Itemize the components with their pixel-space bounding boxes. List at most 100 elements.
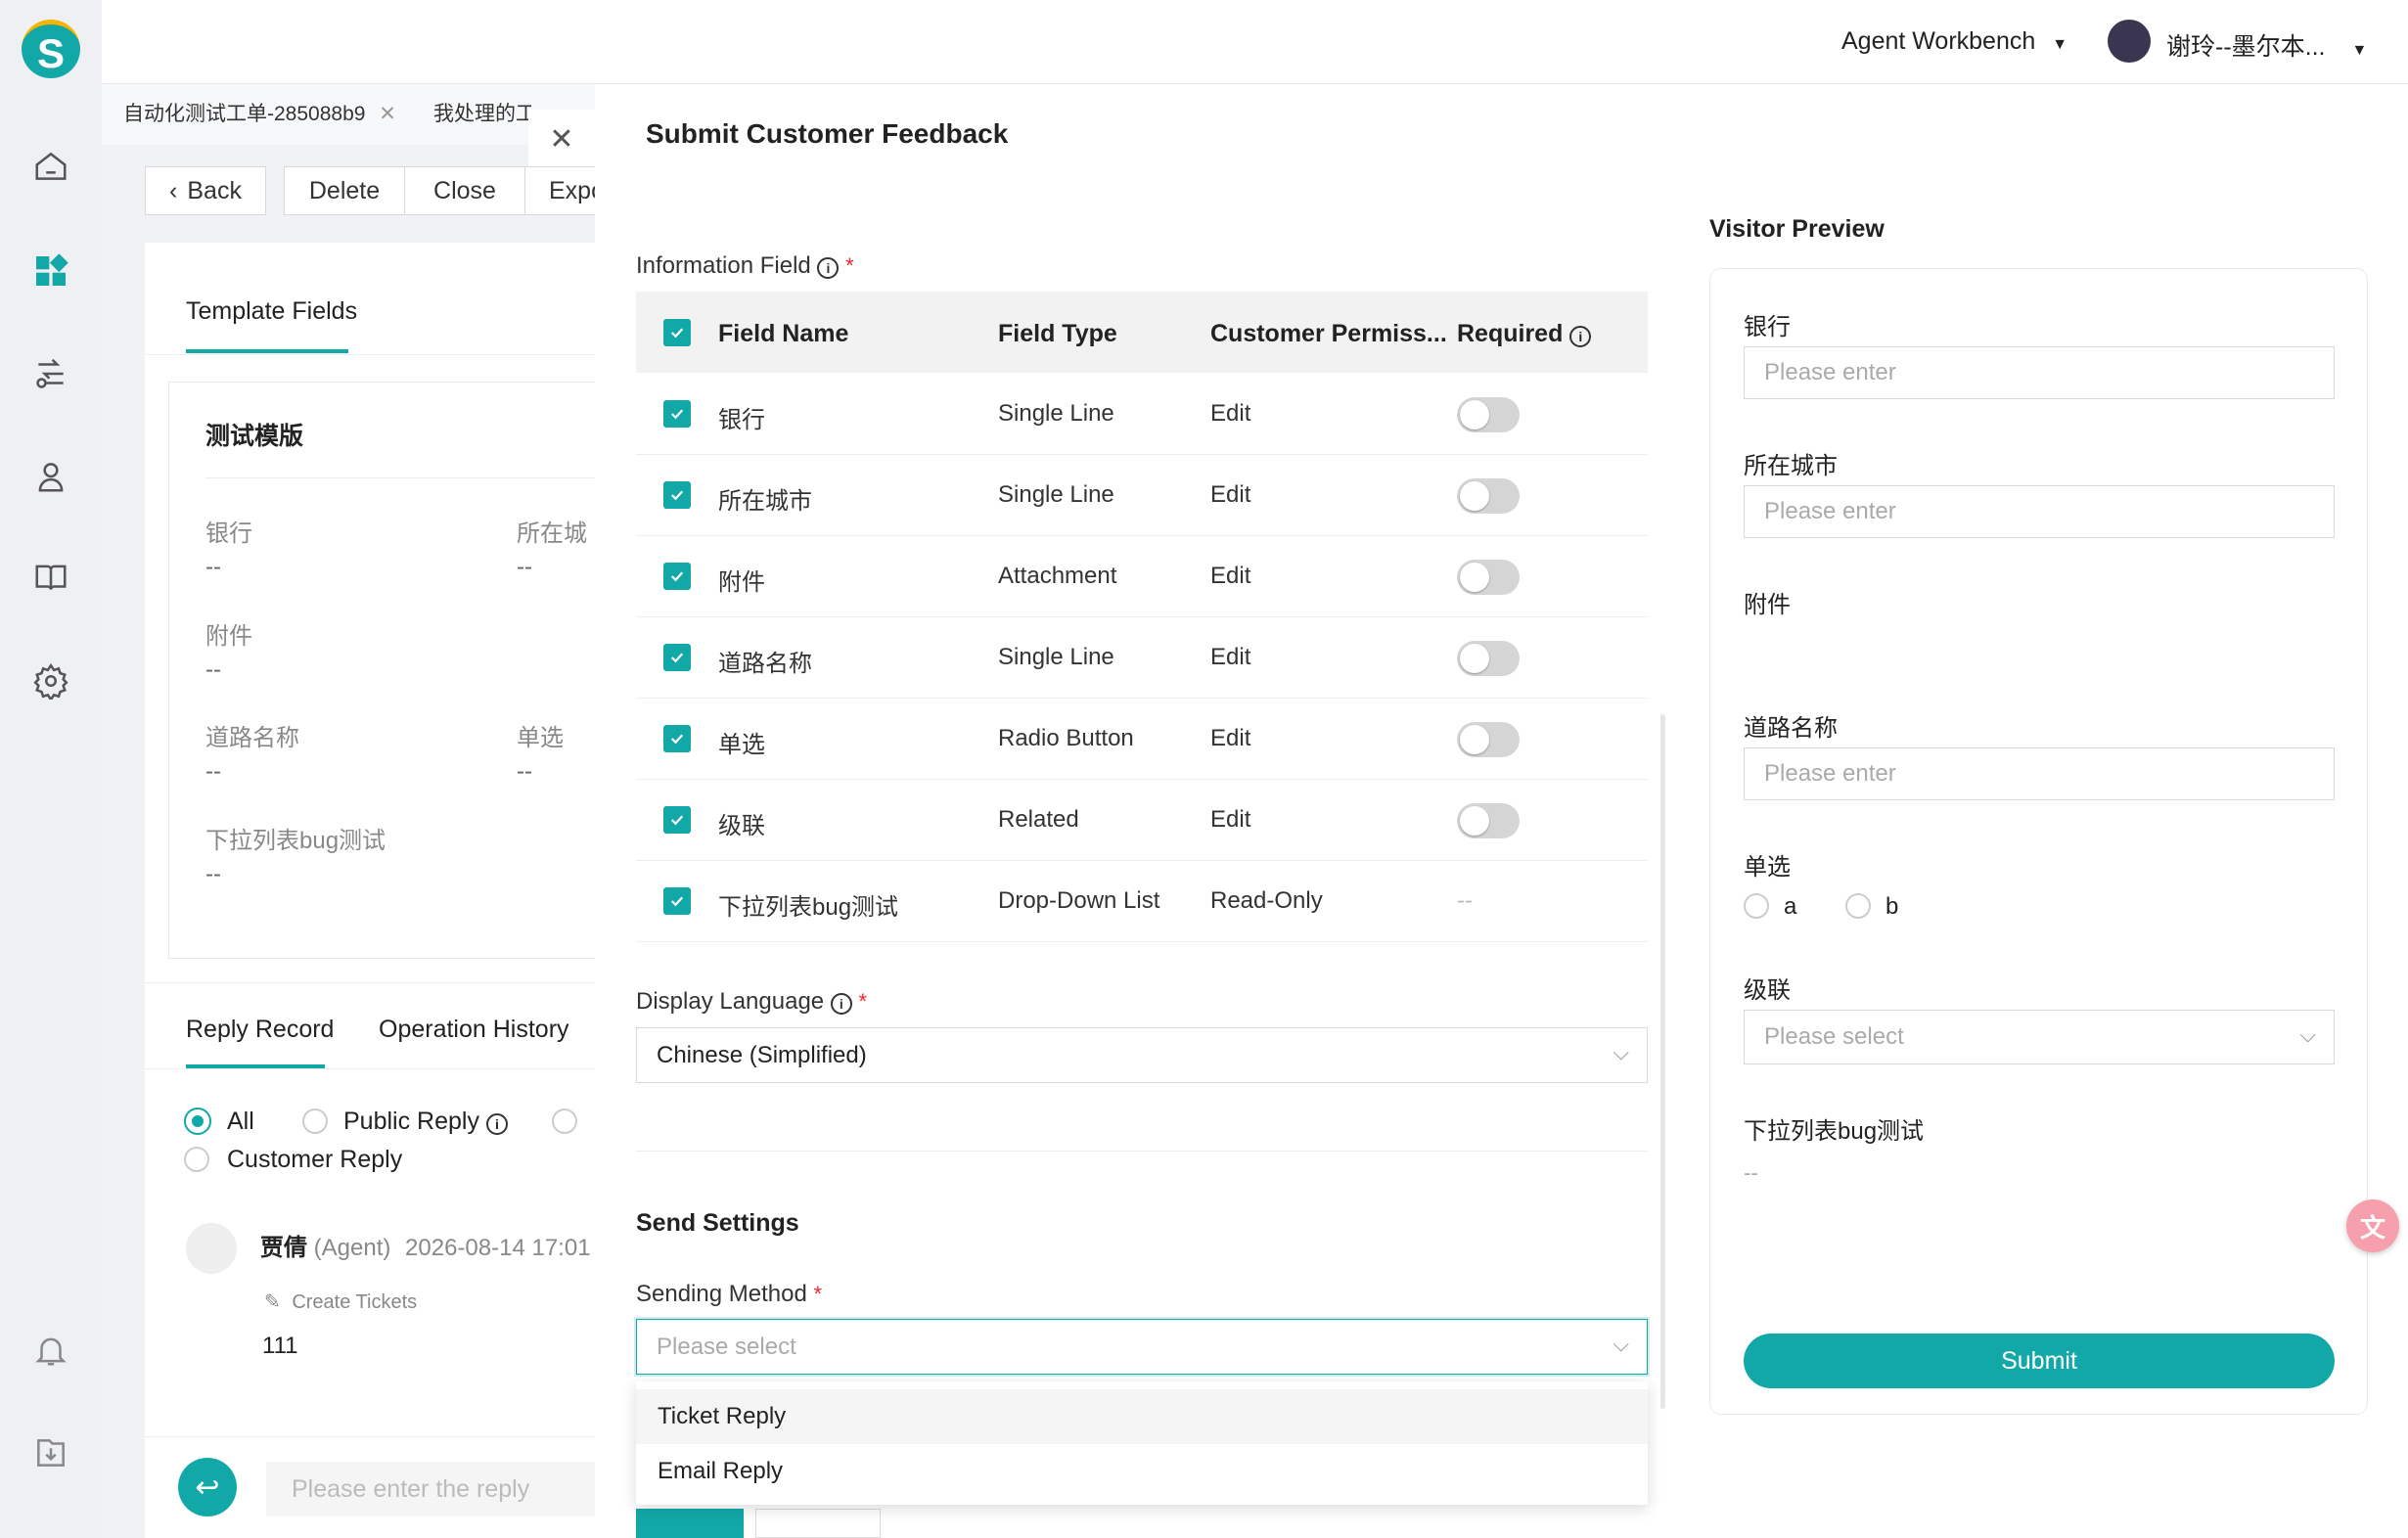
row-field-type: Radio Button	[998, 725, 1134, 751]
filter-public-radio[interactable]	[302, 1108, 328, 1134]
drawer-scrollbar[interactable]	[1660, 714, 1665, 1409]
sending-method-select[interactable]: Please select ⌵	[636, 1319, 1648, 1375]
filter-all-label: All	[227, 1108, 254, 1135]
display-language-text: Display Language	[636, 988, 825, 1015]
template-card	[168, 382, 595, 959]
required-star: *	[858, 989, 868, 1014]
close-icon: ✕	[549, 122, 574, 156]
visitor-preview-card	[1709, 268, 2368, 1415]
confirm-button-partial[interactable]	[636, 1509, 744, 1538]
divider	[145, 354, 595, 355]
home-icon[interactable]	[22, 137, 80, 196]
field-label-radio: 单选	[517, 725, 564, 751]
avatar[interactable]	[2108, 20, 2151, 63]
field-label-bank: 银行	[205, 520, 252, 547]
row-permission[interactable]: Edit	[1210, 806, 1250, 834]
preview-label-road: 道路名称	[1744, 715, 1838, 742]
info-field-label: Information Field i *	[636, 252, 854, 280]
display-language-select[interactable]: Chinese (Simplified) ⌵	[636, 1027, 1648, 1083]
option-email-reply[interactable]: Email Reply	[636, 1444, 1648, 1499]
workbench-switch[interactable]: Agent Workbench ▼	[1841, 27, 2067, 56]
reply-back-icon[interactable]: ↩	[178, 1458, 237, 1516]
table-row: 单选 Radio Button Edit	[636, 699, 1648, 780]
preview-label-radio: 单选	[1744, 854, 1791, 881]
edit-document-icon: ✎	[264, 1291, 281, 1313]
filter-customer-radio[interactable]	[184, 1147, 209, 1172]
drawer-close-button[interactable]: ✕	[528, 110, 595, 168]
cancel-button-partial[interactable]	[755, 1509, 881, 1538]
tab-template-fields[interactable]: Template Fields	[186, 297, 357, 326]
filter-public-text: Public Reply	[343, 1108, 479, 1135]
select-all-checkbox[interactable]	[663, 319, 691, 346]
workflow-icon[interactable]	[22, 344, 80, 403]
row-permission[interactable]: Edit	[1210, 644, 1250, 671]
close-button[interactable]: Close	[404, 166, 525, 215]
row-permission[interactable]: Edit	[1210, 725, 1250, 752]
row-permission[interactable]: Edit	[1210, 400, 1250, 428]
filter-all-radio[interactable]	[184, 1108, 211, 1135]
row-checkbox[interactable]	[663, 563, 691, 590]
row-required-placeholder: --	[1457, 887, 1473, 914]
translate-icon[interactable]: 文	[2346, 1199, 2399, 1252]
field-value-dropdown: --	[205, 861, 221, 887]
tab-ticket[interactable]: 自动化测试工单-285088b9 ✕	[123, 98, 396, 127]
tab-reply-record[interactable]: Reply Record	[186, 1016, 334, 1044]
tab-my-handled[interactable]: 我处理的工	[433, 98, 531, 127]
info-icon[interactable]: i	[1569, 326, 1592, 347]
settings-gear-icon[interactable]	[22, 652, 80, 710]
export-button[interactable]: Expo	[524, 166, 595, 215]
info-icon[interactable]: i	[817, 257, 840, 279]
required-toggle[interactable]	[1457, 397, 1520, 432]
required-toggle[interactable]	[1457, 641, 1520, 676]
required-toggle[interactable]	[1457, 560, 1520, 595]
preview-select-cascade[interactable]: Please select ⌵	[1744, 1010, 2335, 1064]
chevron-down-icon: ⌵	[1613, 1332, 1629, 1356]
required-toggle[interactable]	[1457, 803, 1520, 838]
row-permission: Read-Only	[1210, 887, 1323, 914]
col-required: Required i	[1457, 320, 1592, 348]
field-label-dropdown: 下拉列表bug测试	[205, 828, 386, 854]
reply-input[interactable]: Please enter the reply	[266, 1462, 595, 1516]
preview-submit-button[interactable]: Submit	[1744, 1334, 2335, 1388]
notification-bell-icon[interactable]	[22, 1321, 80, 1380]
close-icon[interactable]: ✕	[379, 103, 396, 125]
info-icon[interactable]: i	[830, 993, 852, 1015]
knowledge-book-icon[interactable]	[22, 548, 80, 607]
row-permission[interactable]: Edit	[1210, 481, 1250, 509]
required-toggle[interactable]	[1457, 722, 1520, 757]
row-field-type: Drop-Down List	[998, 887, 1160, 914]
back-button[interactable]: ‹ Back	[145, 166, 266, 215]
option-ticket-reply[interactable]: Ticket Reply	[636, 1389, 1648, 1444]
user-menu[interactable]: 谢玲--墨尔本... ▼	[2166, 27, 2367, 63]
preview-input-bank[interactable]: Please enter	[1744, 346, 2335, 399]
preview-input-city[interactable]: Please enter	[1744, 485, 2335, 538]
caret-down-icon: ▼	[2052, 36, 2068, 53]
row-checkbox[interactable]	[663, 725, 691, 752]
row-checkbox[interactable]	[663, 806, 691, 834]
preview-radio-b[interactable]	[1845, 893, 1871, 919]
drawer-title: Submit Customer Feedback	[646, 118, 1009, 149]
row-checkbox[interactable]	[663, 481, 691, 509]
row-checkbox[interactable]	[663, 400, 691, 428]
row-checkbox[interactable]	[663, 644, 691, 671]
row-checkbox[interactable]	[663, 887, 691, 915]
row-field-type: Attachment	[998, 563, 1117, 589]
info-icon[interactable]: i	[485, 1113, 508, 1135]
sending-method-dropdown: Ticket Reply Email Reply	[636, 1381, 1648, 1505]
app-logo[interactable]: S	[22, 20, 80, 78]
filter-third-radio[interactable]	[552, 1108, 577, 1134]
divider	[145, 982, 595, 983]
contacts-icon[interactable]	[22, 447, 80, 506]
field-table-body: 银行 Single Line Edit 所在城市 Single Line Edi…	[636, 374, 1648, 945]
workbench-icon[interactable]	[22, 242, 80, 300]
tab-operation-history[interactable]: Operation History	[379, 1016, 569, 1044]
delete-button[interactable]: Delete	[284, 166, 405, 215]
preview-input-road[interactable]: Please enter	[1744, 747, 2335, 800]
row-field-type: Single Line	[998, 644, 1114, 670]
preview-radio-a[interactable]	[1744, 893, 1769, 919]
row-permission[interactable]: Edit	[1210, 563, 1250, 590]
table-row: 级联 Related Edit	[636, 780, 1648, 861]
download-icon[interactable]	[22, 1424, 80, 1482]
visitor-preview-title: Visitor Preview	[1709, 215, 1885, 243]
required-toggle[interactable]	[1457, 478, 1520, 514]
